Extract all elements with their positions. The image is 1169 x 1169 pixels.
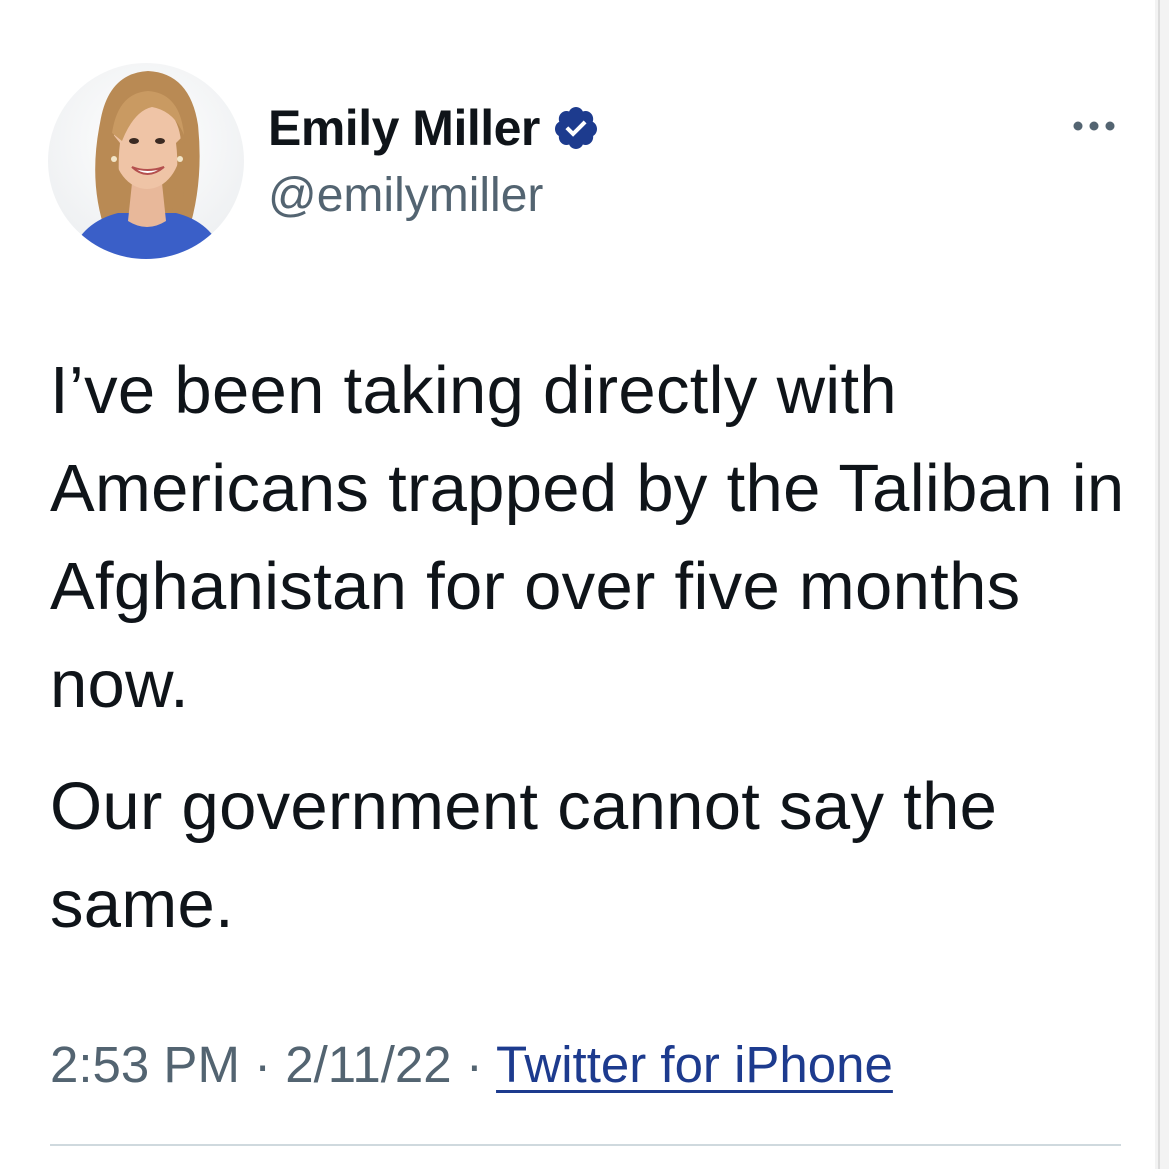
tweet-body: I’ve been taking directly with Americans… [50, 342, 1140, 954]
author-row: Emily Miller [268, 93, 600, 163]
tweet-time[interactable]: 2:53 PM [50, 1036, 240, 1093]
meta-separator: · [465, 1036, 483, 1093]
tweet-source-link[interactable]: Twitter for iPhone [496, 1036, 893, 1093]
scrollbar-edge [1158, 0, 1160, 1169]
tweet-card: Emily Miller @emilymiller I’ve been taki… [0, 0, 1169, 1169]
tweet-paragraph: Our government cannot say the same. [50, 769, 998, 942]
verified-badge-icon [552, 104, 600, 152]
author-handle[interactable]: @emilymiller [268, 168, 543, 223]
author-name[interactable]: Emily Miller [268, 99, 540, 157]
tweet-date[interactable]: 2/11/22 [285, 1036, 451, 1093]
more-options-icon[interactable] [1066, 106, 1122, 146]
tweet-paragraph: I’ve been taking directly with Americans… [50, 353, 1125, 722]
avatar[interactable] [48, 63, 244, 259]
meta-separator: · [254, 1036, 272, 1093]
tweet-metadata: 2:53 PM · 2/11/22 · Twitter for iPhone [50, 1035, 893, 1094]
divider [50, 1144, 1121, 1146]
